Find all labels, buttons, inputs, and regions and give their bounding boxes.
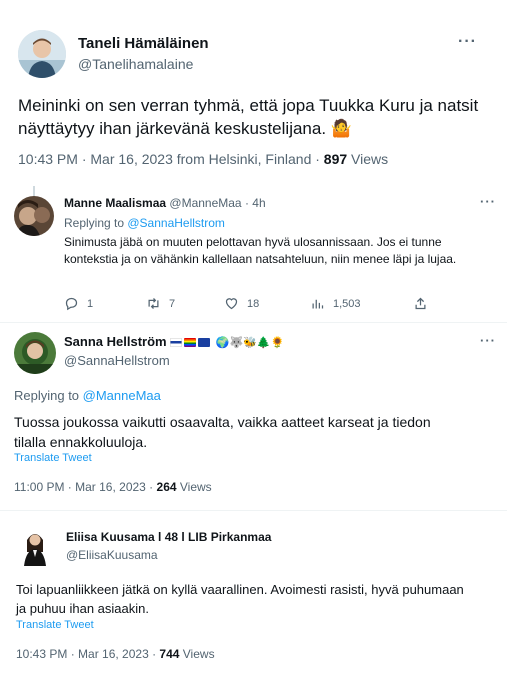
avatar[interactable] bbox=[14, 332, 56, 374]
author-name[interactable]: Eliisa Kuusama l 48 l LIB Pirkanmaa bbox=[66, 530, 271, 544]
avatar[interactable] bbox=[18, 30, 66, 78]
avatar[interactable] bbox=[18, 526, 52, 566]
translate-tweet-link[interactable]: Translate Tweet bbox=[16, 619, 94, 631]
avatar[interactable] bbox=[14, 196, 54, 236]
more-options-icon[interactable]: ··· bbox=[480, 333, 496, 348]
tweet-timestamp[interactable]: 10:43 PM · Mar 16, 2023 from Helsinki, F… bbox=[18, 151, 324, 167]
author-flags: 🌍🐺🐝🌲🌻 bbox=[170, 334, 284, 349]
eu-flag-icon bbox=[198, 338, 211, 348]
tweet-text: Meininki on sen verran tyhmä, että jopa … bbox=[18, 96, 479, 138]
tweet-timestamp[interactable]: 11:00 PM · Mar 16, 2023 · bbox=[14, 480, 157, 494]
divider bbox=[0, 322, 507, 323]
tweet-meta: 10:43 PM · Mar 16, 2023 · 744 Views bbox=[16, 647, 215, 661]
retweet-count: 7 bbox=[169, 297, 176, 310]
views-count: 264 bbox=[156, 480, 177, 494]
share-action[interactable] bbox=[413, 296, 428, 311]
views-count: 744 bbox=[159, 647, 180, 661]
more-options-icon[interactable]: ··· bbox=[480, 194, 496, 209]
more-options-icon[interactable]: ··· bbox=[458, 33, 477, 51]
views-count: 897 bbox=[323, 151, 348, 167]
tweet-meta: 11:00 PM · Mar 16, 2023 · 264 Views bbox=[14, 480, 212, 494]
reply-header: Manne Maalismaa @ManneMaa · 4h bbox=[64, 196, 266, 210]
like-count: 18 bbox=[247, 297, 260, 310]
author-name[interactable]: Taneli Hämäläinen bbox=[78, 35, 209, 52]
views-action[interactable]: 1,503 bbox=[310, 296, 361, 311]
replying-prefix: Replying to bbox=[64, 216, 128, 230]
share-icon bbox=[415, 297, 426, 310]
author-handle[interactable]: @Tanelihamalaine bbox=[78, 56, 193, 72]
replying-prefix: Replying to bbox=[14, 388, 83, 403]
author-row: Sanna Hellström 🌍🐺🐝🌲🌻 bbox=[64, 334, 284, 349]
tweet-meta: 10:43 PM · Mar 16, 2023 from Helsinki, F… bbox=[18, 151, 388, 167]
views-label: Views bbox=[179, 647, 215, 661]
translate-tweet-link[interactable]: Translate Tweet bbox=[14, 452, 92, 464]
tweet-timestamp[interactable]: 10:43 PM · Mar 16, 2023 · bbox=[16, 647, 159, 661]
views-count: 1,503 bbox=[333, 297, 361, 310]
heart-icon bbox=[225, 298, 238, 310]
retweet-icon bbox=[148, 298, 159, 309]
author-handle[interactable]: @SannaHellstrom bbox=[64, 353, 170, 368]
divider bbox=[0, 510, 507, 511]
views-label: Views bbox=[176, 480, 212, 494]
views-label: Views bbox=[347, 151, 389, 167]
rainbow-flag-icon bbox=[184, 338, 197, 348]
replying-to: Replying to @ManneMaa bbox=[14, 388, 161, 403]
author-emoji: 🌍🐺🐝🌲🌻 bbox=[215, 337, 285, 349]
reply-action[interactable]: 1 bbox=[64, 296, 93, 311]
reply-text: Sinimusta jäbä on muuten pelottavan hyvä… bbox=[64, 235, 457, 266]
author-handle[interactable]: @ManneMaa · 4h bbox=[169, 196, 265, 210]
author-handle[interactable]: @EliisaKuusama bbox=[66, 548, 158, 562]
reply-icon bbox=[65, 297, 78, 311]
author-name[interactable]: Manne Maalismaa bbox=[64, 196, 166, 210]
like-action[interactable]: 18 bbox=[224, 296, 259, 311]
author-name[interactable]: Sanna Hellström bbox=[64, 334, 167, 349]
reply-text: Toi lapuanliikkeen jätkä on kyllä vaaral… bbox=[16, 582, 464, 616]
reply-count: 1 bbox=[87, 297, 94, 310]
replying-handle-link[interactable]: @ManneMaa bbox=[83, 388, 161, 403]
replying-handle-link[interactable]: @SannaHellstrom bbox=[127, 216, 225, 230]
finland-flag-icon bbox=[170, 338, 183, 348]
analytics-icon bbox=[312, 299, 324, 309]
retweet-action[interactable]: 7 bbox=[146, 296, 175, 311]
replying-to: Replying to @SannaHellstrom bbox=[64, 216, 225, 230]
reply-text: Tuossa joukossa vaikutti osaavalta, vaik… bbox=[14, 414, 431, 450]
